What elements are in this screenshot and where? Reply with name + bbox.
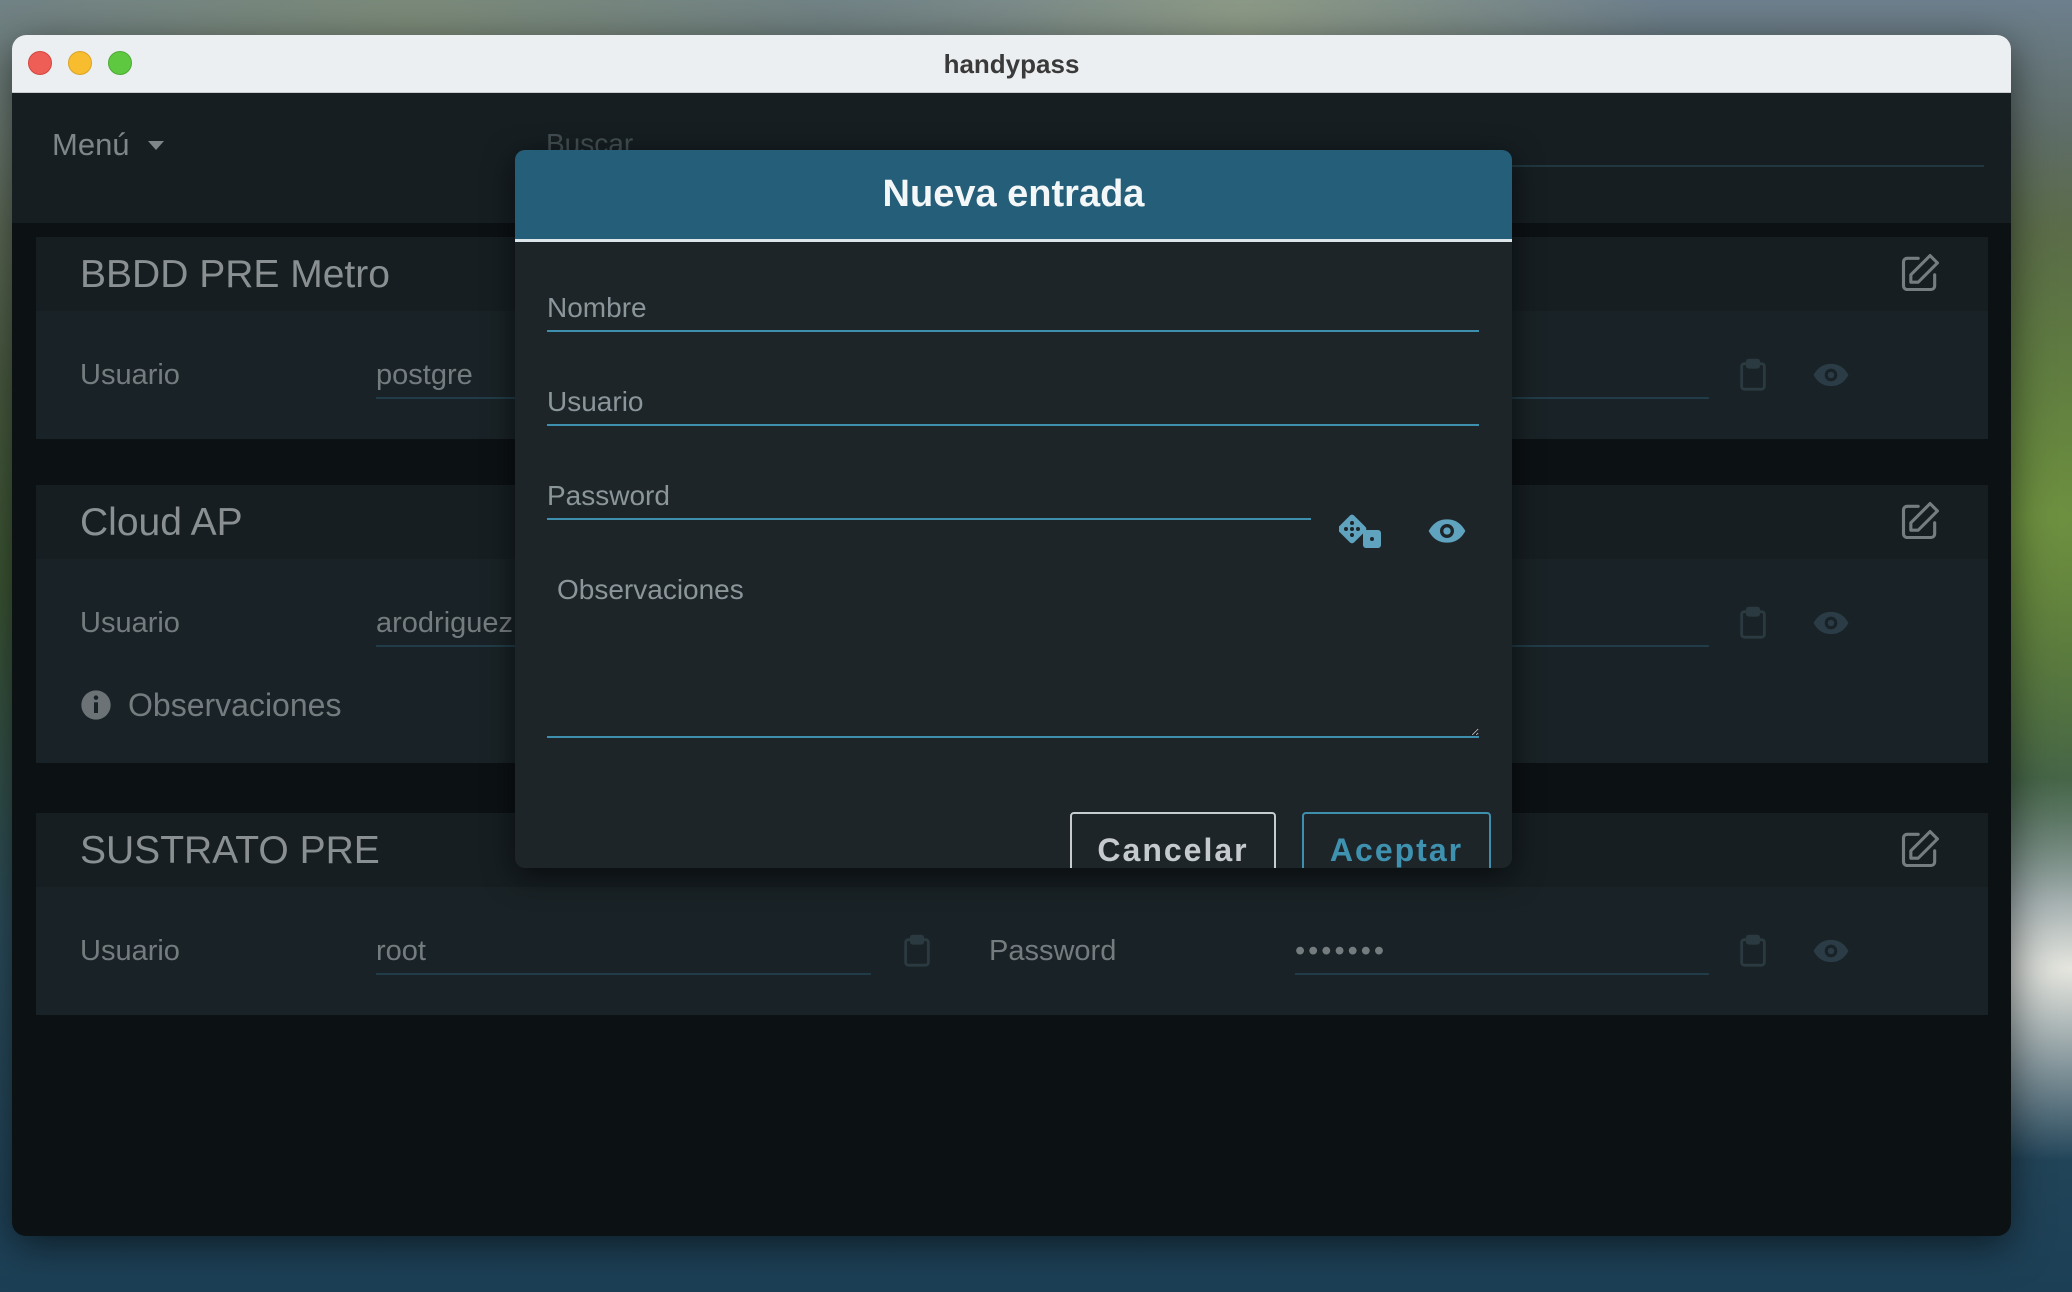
info-circle-icon xyxy=(81,690,111,720)
clipboard-icon[interactable] xyxy=(902,934,932,968)
pencil-square-icon[interactable] xyxy=(1898,499,1942,543)
pencil-square-icon[interactable] xyxy=(1898,251,1942,295)
clipboard-icon[interactable] xyxy=(1738,606,1768,640)
entry-title: BBDD PRE Metro xyxy=(80,253,390,296)
name-field[interactable] xyxy=(547,280,1479,332)
clipboard-icon[interactable] xyxy=(1738,934,1768,968)
dialog-header: Nueva entrada xyxy=(515,150,1512,242)
user-label: Usuario xyxy=(80,607,180,639)
entry-title: Cloud AP xyxy=(80,501,243,544)
user-label: Usuario xyxy=(80,359,180,391)
eye-icon[interactable] xyxy=(1812,361,1850,389)
app-window: handypass Menú BBDD PRE Metro Usuario po… xyxy=(12,35,2011,1236)
user-field[interactable] xyxy=(547,374,1479,426)
notes-textarea[interactable] xyxy=(547,558,1479,738)
pencil-square-icon[interactable] xyxy=(1898,827,1942,871)
accept-button[interactable]: Aceptar xyxy=(1302,812,1491,868)
menu-label: Menú xyxy=(52,127,130,162)
password-label: Password xyxy=(989,935,1117,967)
menu-dropdown[interactable]: Menú xyxy=(52,127,164,163)
clipboard-icon[interactable] xyxy=(1738,358,1768,392)
dialog-title: Nueva entrada xyxy=(882,173,1145,215)
new-entry-dialog: Nueva entrada Cancelar Aceptar xyxy=(515,150,1512,868)
eye-icon[interactable] xyxy=(1427,514,1467,548)
window-title: handypass xyxy=(943,49,1080,79)
user-value[interactable]: root xyxy=(376,927,871,975)
credentials-row: Usuario root Password ••••••• xyxy=(36,887,1988,1015)
eye-icon[interactable] xyxy=(1812,609,1850,637)
dice-icon[interactable] xyxy=(1339,512,1383,550)
entry-body: Usuario root Password ••••••• xyxy=(36,887,1988,1015)
entry-title: SUSTRATO PRE xyxy=(80,829,380,872)
user-label: Usuario xyxy=(80,935,180,967)
password-field[interactable] xyxy=(547,468,1311,520)
title-bar: handypass xyxy=(12,35,2011,93)
notes-label: Observaciones xyxy=(128,687,342,723)
password-value[interactable]: ••••••• xyxy=(1295,927,1709,975)
cancel-button[interactable]: Cancelar xyxy=(1070,812,1276,868)
eye-icon[interactable] xyxy=(1812,937,1850,965)
caret-down-icon xyxy=(147,140,164,150)
